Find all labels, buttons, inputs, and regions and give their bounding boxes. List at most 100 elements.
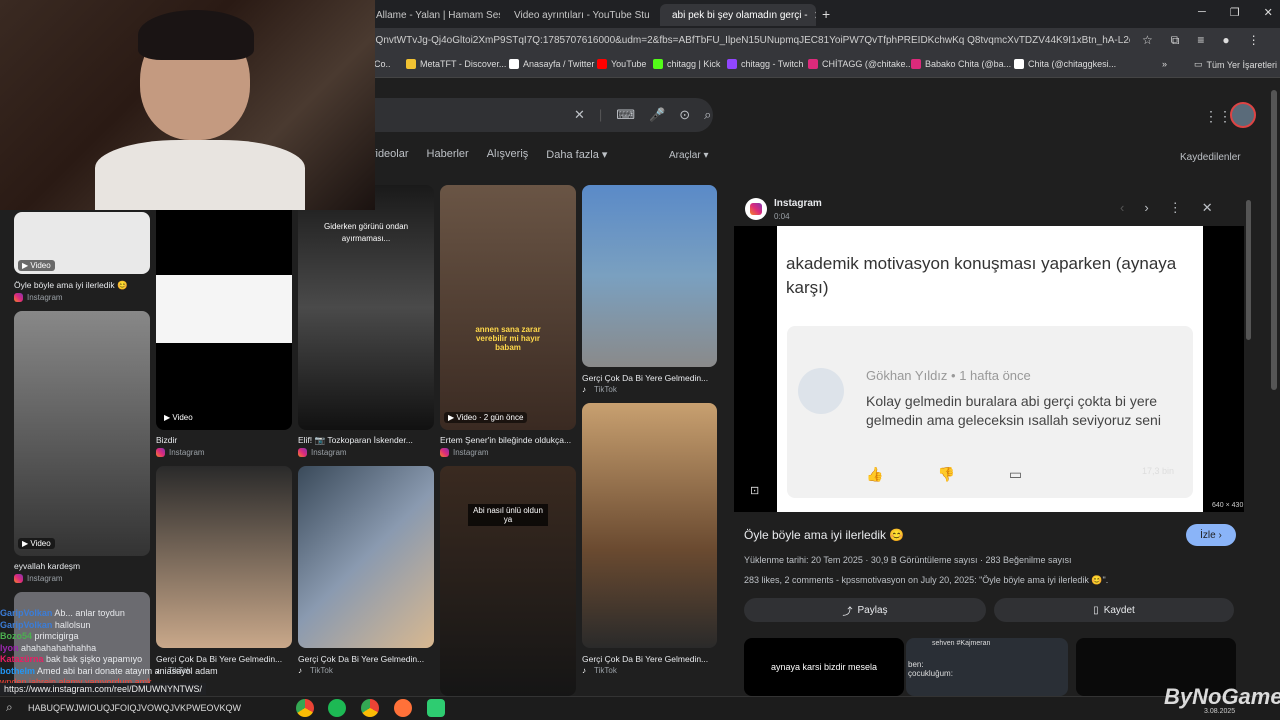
result-caption[interactable]: Ertem Şener'in bileğinde oldukça... — [440, 435, 576, 445]
comment-preview-image — [156, 275, 292, 343]
browser-tab-active[interactable]: abi pek bi şey olamadın gerçi - ✕ — [660, 4, 816, 26]
video-badge: ▶ Video — [18, 538, 55, 549]
panel-title[interactable]: Öyle böyle ama iyi ilerledik 😊 — [744, 528, 904, 542]
watermark: ByNoGame — [1164, 684, 1280, 709]
search-icon[interactable]: ⌕ — [6, 700, 13, 715]
chrome-icon[interactable] — [361, 699, 379, 717]
tab-label: abi pek bi şey olamadın gerçi - — [672, 9, 808, 21]
result-thumbnail[interactable]: ▶ Video — [14, 311, 150, 556]
chevron-right-icon[interactable]: › — [1144, 200, 1148, 216]
related-result[interactable]: sehven #Kajmeran ben: çocukluğum: — [906, 638, 1068, 696]
chat-message: lyon ahahahahahhahha — [0, 643, 230, 655]
result-caption[interactable]: Elif! 📷 Tozkoparan İskender... — [298, 435, 434, 446]
result-caption[interactable]: Gerçi Çok Da Bi Yere Gelmedin... — [298, 654, 434, 664]
bookmark[interactable]: MetaTFT - Discover... — [406, 59, 506, 69]
search-icon[interactable]: ⌕ — [704, 107, 711, 123]
result-thumbnail[interactable]: Abi nasıl ünlü oldun ya — [440, 466, 576, 696]
instagram-icon — [14, 574, 23, 583]
result-caption[interactable]: Gerçi Çok Da Bi Yere Gelmedin... — [582, 654, 717, 664]
tools-button[interactable]: Araçlar ▾ — [669, 150, 708, 161]
media-icon[interactable]: ≡ — [1197, 33, 1204, 48]
lens-icon[interactable]: ⊡ — [750, 484, 759, 497]
share-button[interactable]: ⤴ Paylaş — [744, 598, 986, 622]
tab-videos[interactable]: videolar — [370, 148, 409, 164]
toolbar-icons: ☆ ⧉ ≡ ● ⋮ — [1142, 33, 1260, 48]
watch-button[interactable]: İzle › — [1186, 524, 1236, 546]
instagram-icon — [14, 293, 23, 302]
chevron-left-icon[interactable]: ‹ — [1120, 200, 1124, 216]
bookmark-label: chitagg | Kick — [667, 59, 721, 69]
star-icon[interactable]: ☆ — [1142, 33, 1153, 48]
video-badge: ▶ Video · 2 gün önce — [444, 412, 528, 423]
restore-icon[interactable]: ❐ — [1230, 6, 1240, 19]
close-window-icon[interactable]: ✕ — [1264, 6, 1273, 19]
keyboard-icon[interactable]: ⌨ — [616, 107, 635, 123]
chrome-icon[interactable] — [296, 699, 314, 717]
result-thumbnail[interactable] — [582, 403, 717, 648]
bookmark[interactable]: chitagg | Kick — [653, 59, 720, 69]
result-thumbnail[interactable]: annen sana zarar verebilir mi hayır baba… — [440, 185, 576, 430]
result-source: Instagram — [14, 293, 63, 302]
result-caption[interactable]: eyvallah kardeşm — [14, 561, 150, 571]
save-button[interactable]: ▯ Kaydet — [994, 598, 1234, 622]
bookmark[interactable]: chitagg - Twitch — [727, 59, 803, 69]
related-result[interactable]: aynaya karsi bizdir mesela — [744, 638, 904, 696]
chat-user: GaripVolkan — [0, 619, 53, 630]
saved-link[interactable]: Kaydedilenler — [1180, 152, 1241, 163]
clear-icon[interactable]: ✕ — [574, 107, 585, 123]
page-scrollbar[interactable] — [1271, 90, 1277, 390]
like-count: 17,3 bin — [1142, 466, 1175, 476]
spotify-icon[interactable] — [328, 699, 346, 717]
comment-actions: 👍 👎 ▭ — [866, 466, 1022, 483]
tab-shopping[interactable]: Alışveriş — [487, 148, 529, 164]
profile-icon[interactable]: ● — [1222, 33, 1229, 48]
more-icon[interactable]: ⋮ — [1169, 200, 1182, 216]
result-thumbnail[interactable]: ▶ Video — [14, 212, 150, 274]
video-badge: ▶ Video — [160, 412, 197, 423]
minimize-icon[interactable]: ─ — [1198, 6, 1206, 19]
bookmarks-overflow[interactable]: » — [1162, 59, 1167, 69]
close-icon[interactable]: ✕ — [814, 9, 816, 22]
bookmark[interactable]: YouTube — [597, 59, 646, 69]
twitch-icon — [727, 59, 737, 69]
result-thumbnail[interactable] — [298, 466, 434, 648]
app-icon[interactable] — [427, 699, 445, 717]
bookmark[interactable]: Co.. — [374, 59, 391, 69]
all-bookmarks[interactable]: ▭ Tüm Yer İşaretleri — [1194, 59, 1277, 70]
source-label: Instagram — [27, 574, 63, 583]
panel-source[interactable]: Instagram — [774, 198, 822, 209]
mic-icon[interactable]: 🎤 — [649, 107, 665, 123]
lens-icon[interactable]: ⊙ — [679, 107, 690, 123]
avatar[interactable] — [1230, 102, 1256, 128]
result-thumbnail[interactable]: ▶ Video — [156, 185, 292, 430]
taskbar-search[interactable]: HABUQFWJWIOUQJFOIQJVOWQJVKPWEOVKQW — [28, 703, 278, 713]
reply-icon: ▭ — [1008, 466, 1023, 482]
result-caption[interactable]: Gerçi Çok Da Bi Yere Gelmedin... — [582, 373, 717, 383]
firefox-icon[interactable] — [394, 699, 412, 717]
result-caption[interactable]: Öyle böyle ama iyi ilerledik 😊 — [14, 280, 150, 291]
bookmark[interactable]: Chita (@chitaggkesi... — [1014, 59, 1116, 69]
share-icon: ⤴ — [842, 606, 853, 618]
bookmark[interactable]: Babako Chita (@ba... — [911, 59, 1011, 69]
tab-more[interactable]: Daha fazla ▾ — [546, 148, 607, 164]
browser-tab[interactable]: Video ayrıntıları - YouTube Stu✕ — [502, 4, 656, 26]
instagram-icon — [440, 448, 449, 457]
close-icon[interactable]: ✕ — [1202, 200, 1213, 216]
result-caption[interactable]: Bizdir — [156, 435, 292, 445]
result-thumbnail[interactable]: Giderken görünü ondan ayırmaması... — [298, 185, 434, 430]
address-bar[interactable]: eQnvtWTvJg-Qj4oGltoi2XmP9STqI7Q:17857076… — [370, 35, 1130, 46]
share-label: Paylaş — [857, 604, 888, 616]
bookmark[interactable]: Anasayfa / Twitter — [509, 59, 594, 69]
scrollbar[interactable] — [1246, 200, 1251, 340]
bookmark[interactable]: CHİTAGG (@chitake... — [808, 59, 913, 69]
result-thumbnail[interactable] — [582, 185, 717, 367]
extensions-icon[interactable]: ⧉ — [1171, 33, 1180, 48]
tab-news[interactable]: Haberler — [427, 148, 469, 164]
new-tab-button[interactable]: + — [822, 6, 830, 22]
streamer-shirt — [95, 140, 305, 210]
browser-tab[interactable]: Allame - Yalan | Hamam Ses✕ — [370, 4, 500, 26]
related-text: ben: çocukluğum: — [908, 660, 953, 678]
menu-icon[interactable]: ⋮ — [1248, 33, 1260, 48]
apps-icon[interactable]: ⋮⋮ — [1204, 108, 1232, 125]
chat-message: Katazürna bak bak şişko yapamıyo — [0, 654, 230, 666]
